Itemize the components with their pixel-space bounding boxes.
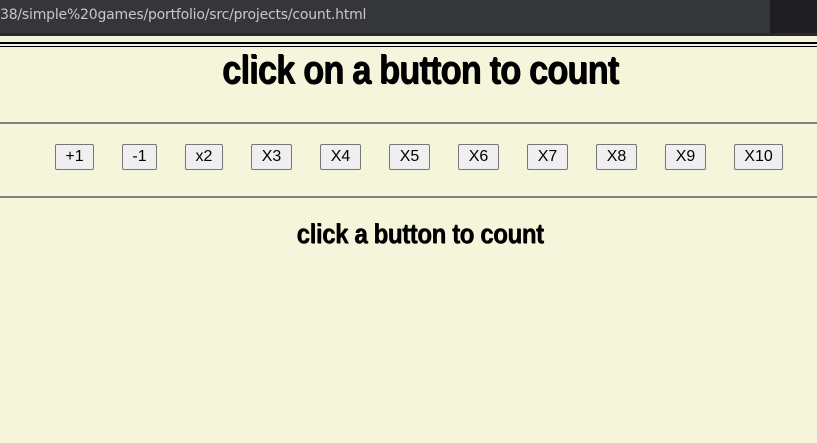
top-double-divider [0,42,817,47]
times-eight-button[interactable]: X8 [596,144,637,170]
times-two-button[interactable]: x2 [185,144,223,170]
address-bar-edge [770,0,817,33]
page-title: click on a button to count [221,48,619,92]
times-ten-button[interactable]: X10 [734,144,783,170]
url-text[interactable]: 38/simple%20games/portfolio/src/projects… [0,7,366,23]
times-three-button[interactable]: X3 [251,144,292,170]
times-nine-button[interactable]: X9 [665,144,706,170]
times-five-button[interactable]: X5 [389,144,430,170]
count-status: click a button to count [296,218,544,249]
browser-address-bar[interactable]: 38/simple%20games/portfolio/src/projects… [0,0,817,33]
times-seven-button[interactable]: X7 [527,144,568,170]
browser-bottom-edge [0,33,817,36]
plus-one-button[interactable]: +1 [55,144,94,170]
minus-one-button[interactable]: -1 [122,144,157,170]
lower-divider [0,196,817,198]
times-six-button[interactable]: X6 [458,144,499,170]
upper-divider [0,122,817,124]
times-four-button[interactable]: X4 [320,144,361,170]
button-row: +1 -1 x2 X3 X4 X5 X6 X7 X8 X9 X10 [0,144,817,172]
